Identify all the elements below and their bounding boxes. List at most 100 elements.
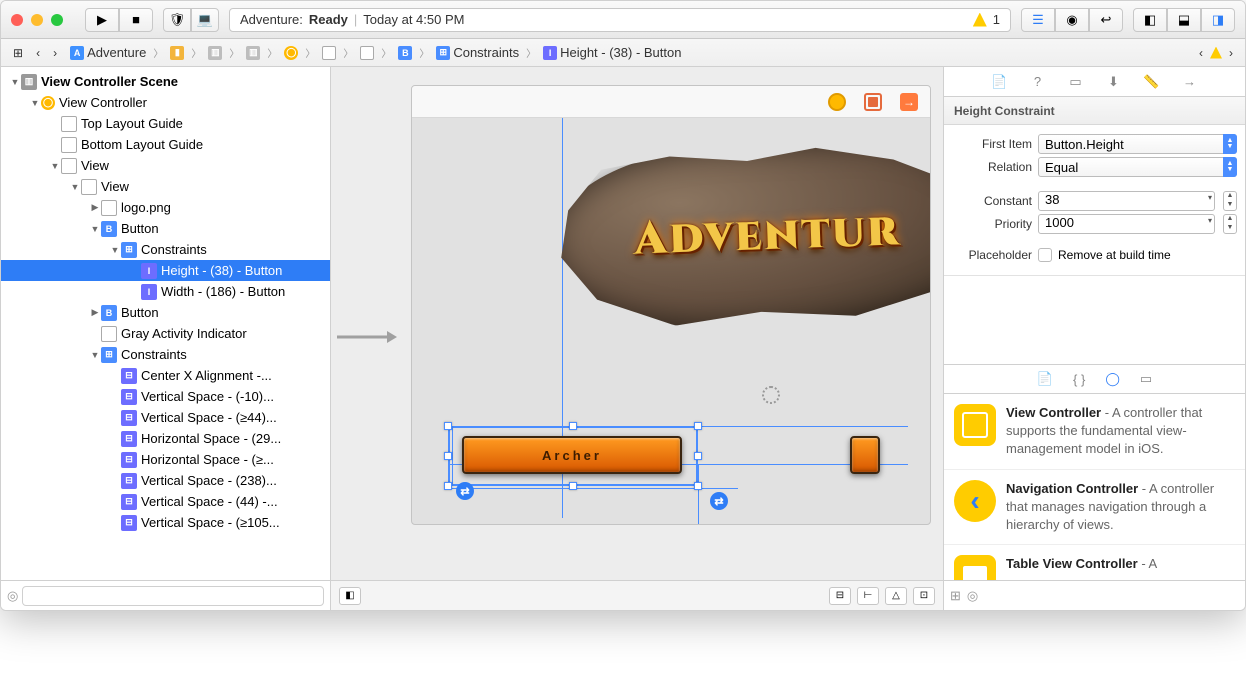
jb-constraints[interactable]: ⊞Constraints: [430, 42, 525, 64]
scene-dock[interactable]: →: [412, 86, 930, 118]
connections-inspector-tab[interactable]: →: [1181, 73, 1199, 91]
jb-next-issue[interactable]: ›: [1223, 42, 1239, 64]
scheme-group[interactable]: 🛡 💻: [163, 8, 219, 32]
activity-indicator[interactable]: [762, 386, 780, 404]
pin-button[interactable]: ⊢: [857, 587, 879, 605]
object-library[interactable]: View Controller - A controller that supp…: [944, 394, 1245, 580]
vc-row[interactable]: ▼◯View Controller: [1, 92, 330, 113]
c-vs4-row[interactable]: ⊟Vertical Space - (44) -...: [1, 491, 330, 512]
jump-bar[interactable]: ⊞ ‹ › AAdventure 〉 ▮ 〉 ▥ 〉 ▥ 〉 ◯ 〉 〉 〉 B…: [1, 39, 1245, 67]
width-constraint-row[interactable]: IWidth - (186) - Button: [1, 281, 330, 302]
jb-project[interactable]: AAdventure: [64, 42, 152, 64]
related-items[interactable]: ⊞: [7, 42, 29, 64]
filter-icon[interactable]: ◎: [967, 588, 978, 604]
interface-builder-canvas[interactable]: → Adventur Ar: [331, 67, 943, 580]
c-hs2-row[interactable]: ⊟Horizontal Space - (≥...: [1, 449, 330, 470]
priority-stepper[interactable]: ▲▼: [1223, 214, 1237, 234]
constraint-badge[interactable]: ⇄: [710, 492, 728, 510]
outline-tree[interactable]: ▼▥View Controller Scene ▼◯View Controlle…: [1, 67, 330, 580]
vc-dock-icon[interactable]: [828, 93, 846, 111]
filter-icon[interactable]: ◎: [7, 588, 18, 604]
constraints1-row[interactable]: ▼⊞Constraints: [1, 239, 330, 260]
help-inspector-tab[interactable]: ?: [1029, 73, 1047, 91]
jb-view2[interactable]: [354, 42, 380, 64]
resize-handle[interactable]: [444, 482, 452, 490]
toggle-inspector[interactable]: ◨: [1201, 8, 1235, 32]
view1-row[interactable]: ▼View: [1, 155, 330, 176]
jb-view1[interactable]: [316, 42, 342, 64]
view2-row[interactable]: ▼View: [1, 176, 330, 197]
bottom-guide-row[interactable]: Bottom Layout Guide: [1, 134, 330, 155]
file-inspector-tab[interactable]: 📄: [991, 73, 1009, 91]
jb-folder[interactable]: ▮: [164, 42, 190, 64]
resize-handle[interactable]: [569, 482, 577, 490]
constant-stepper[interactable]: ▲▼: [1223, 191, 1237, 211]
size-inspector-tab[interactable]: 📏: [1143, 73, 1161, 91]
first-item-select[interactable]: Button.Height▲▼: [1038, 134, 1237, 154]
jb-button[interactable]: B: [392, 42, 418, 64]
file-templates-tab[interactable]: 📄: [1037, 371, 1053, 387]
view-controller-frame[interactable]: → Adventur Ar: [411, 85, 931, 525]
nav-back[interactable]: ‹: [30, 42, 46, 64]
c-vs5-row[interactable]: ⊟Vertical Space - (≥105...: [1, 512, 330, 533]
first-responder-icon[interactable]: [864, 93, 882, 111]
attributes-inspector-tab[interactable]: ⬇: [1105, 73, 1123, 91]
exit-icon[interactable]: →: [900, 93, 918, 111]
toggle-debug[interactable]: ⬓: [1167, 8, 1201, 32]
placeholder-checkbox[interactable]: [1038, 248, 1052, 262]
c-hs1-row[interactable]: ⊟Horizontal Space - (29...: [1, 428, 330, 449]
logo-image[interactable]: Adventur: [549, 139, 931, 334]
close-window[interactable]: [11, 14, 23, 26]
run-button[interactable]: ▶: [85, 8, 119, 32]
jb-height-constraint[interactable]: IHeight - (38) - Button: [537, 42, 687, 64]
identity-inspector-tab[interactable]: ▭: [1067, 73, 1085, 91]
button1-row[interactable]: ▼BButton: [1, 218, 330, 239]
priority-field[interactable]: 1000▾: [1038, 214, 1215, 234]
archer-button[interactable]: Archer: [462, 436, 682, 474]
resize-handle[interactable]: [444, 422, 452, 430]
jb-storyboard[interactable]: ▥: [202, 42, 228, 64]
resize-handle[interactable]: [694, 452, 702, 460]
zoom-window[interactable]: [51, 14, 63, 26]
warning-icon[interactable]: [973, 13, 987, 27]
standard-editor[interactable]: ☰: [1021, 8, 1055, 32]
minimize-window[interactable]: [31, 14, 43, 26]
toggle-navigator[interactable]: ◧: [1133, 8, 1167, 32]
resizing-button[interactable]: ⊡: [913, 587, 935, 605]
constraints2-row[interactable]: ▼⊞Constraints: [1, 344, 330, 365]
version-editor[interactable]: ↩: [1089, 8, 1123, 32]
activity-indicator-row[interactable]: Gray Activity Indicator: [1, 323, 330, 344]
resolve-issues-button[interactable]: △: [885, 587, 907, 605]
jb-scene[interactable]: ▥: [240, 42, 266, 64]
resize-handle[interactable]: [444, 452, 452, 460]
lib-table-controller[interactable]: Table View Controller - A: [944, 545, 1245, 580]
resize-handle[interactable]: [569, 422, 577, 430]
nav-forward[interactable]: ›: [47, 42, 63, 64]
outline-filter-input[interactable]: [22, 586, 324, 606]
lib-nav-controller[interactable]: ‹ Navigation Controller - A controller t…: [944, 470, 1245, 546]
grid-view-icon[interactable]: ⊞: [950, 588, 961, 604]
objects-tab[interactable]: ◯: [1105, 371, 1120, 387]
jb-vc[interactable]: ◯: [278, 42, 304, 64]
logo-row[interactable]: ▶logo.png: [1, 197, 330, 218]
resize-handle[interactable]: [694, 482, 702, 490]
constraint-badge[interactable]: ⇄: [456, 482, 474, 500]
jb-prev-issue[interactable]: ‹: [1193, 42, 1209, 64]
lib-view-controller[interactable]: View Controller - A controller that supp…: [944, 394, 1245, 470]
scene-row[interactable]: ▼▥View Controller Scene: [1, 71, 330, 92]
c-vs2-row[interactable]: ⊟Vertical Space - (≥44)...: [1, 407, 330, 428]
constant-field[interactable]: 38▾: [1038, 191, 1215, 211]
resize-handle[interactable]: [694, 422, 702, 430]
height-constraint-row[interactable]: IHeight - (38) - Button: [1, 260, 330, 281]
button2-row[interactable]: ▶BButton: [1, 302, 330, 323]
second-button[interactable]: [850, 436, 880, 474]
media-tab[interactable]: ▭: [1140, 371, 1152, 387]
assistant-editor[interactable]: ◉: [1055, 8, 1089, 32]
align-button[interactable]: ⊟: [829, 587, 851, 605]
c-centerx-row[interactable]: ⊟Center X Alignment -...: [1, 365, 330, 386]
c-vs3-row[interactable]: ⊟Vertical Space - (238)...: [1, 470, 330, 491]
stop-button[interactable]: ■: [119, 8, 153, 32]
code-snippets-tab[interactable]: { }: [1073, 372, 1085, 387]
jb-issue-icon[interactable]: [1210, 47, 1222, 59]
top-guide-row[interactable]: Top Layout Guide: [1, 113, 330, 134]
